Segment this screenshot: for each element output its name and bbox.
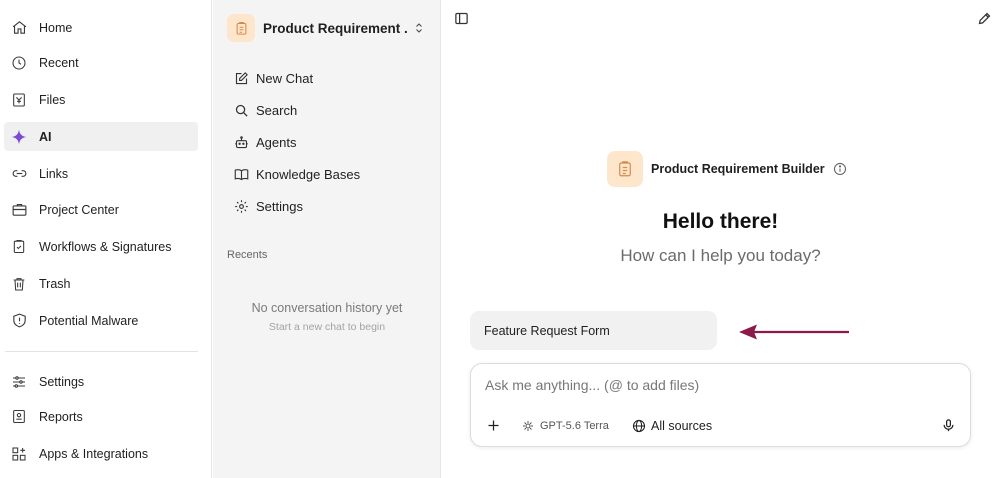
model-label: GPT-5.6 Terra (540, 420, 609, 432)
shield-alert-icon (9, 311, 29, 331)
new-chat-button[interactable]: New Chat (233, 66, 313, 90)
trash-icon (9, 274, 29, 294)
agents-button[interactable]: Agents (233, 130, 296, 154)
sidebar-item-trash[interactable]: Trash (4, 269, 198, 298)
clipboard-check-icon (9, 237, 29, 257)
pencil-icon[interactable] (977, 11, 993, 27)
plus-icon[interactable] (486, 418, 502, 434)
sidebar-item-ai[interactable]: AI (4, 122, 198, 151)
microphone-icon[interactable] (941, 418, 957, 434)
clipboard-icon (227, 14, 255, 42)
chat-composer: GPT-5.6 Terra All sources (470, 363, 971, 447)
new-chat-label: New Chat (256, 70, 314, 86)
sidebar-item-settings[interactable]: Settings (4, 367, 198, 396)
link-icon (9, 164, 29, 184)
agent-name: Product Requirement Builder (651, 162, 825, 176)
recents-heading: Recents (227, 249, 268, 261)
openai-icon (522, 420, 534, 432)
sources-label: All sources (651, 419, 713, 433)
sidebar-item-label: Recent (39, 55, 79, 70)
greeting-title: Hello there! (662, 210, 779, 233)
chat-settings-button[interactable]: Settings (233, 194, 303, 218)
files-icon (9, 90, 29, 110)
sidebar-divider (5, 351, 198, 352)
sidebar-toggle-icon[interactable] (454, 11, 470, 27)
book-icon (233, 166, 249, 182)
sidebar-item-label: Settings (39, 374, 85, 389)
sparkle-icon (9, 127, 29, 147)
empty-history-title: No conversation history yet (251, 301, 403, 315)
knowledge-bases-label: Knowledge Bases (256, 166, 361, 182)
sidebar-item-label: Files (39, 92, 66, 107)
search-icon (233, 102, 249, 118)
chat-settings-label: Settings (256, 198, 303, 214)
gear-icon (233, 198, 249, 214)
sidebar-item-reports[interactable]: Reports (4, 402, 198, 431)
main-sidebar: Home Recent Files AI Links Project Cente… (0, 0, 212, 478)
report-icon (9, 407, 29, 427)
chat-main: Product Requirement Builder Hello there!… (442, 0, 999, 478)
sidebar-item-label: AI (39, 129, 52, 144)
apps-icon (9, 444, 29, 464)
home-icon (9, 18, 29, 38)
chat-input[interactable] (485, 377, 955, 393)
new-chat-icon (233, 70, 249, 86)
clipboard-icon (607, 151, 643, 187)
globe-icon (632, 419, 646, 433)
greeting-subtitle: How can I help you today? (620, 246, 821, 265)
search-label: Search (256, 102, 298, 118)
annotation-arrow-icon (739, 324, 849, 340)
model-selector[interactable]: GPT-5.6 Terra (522, 418, 609, 434)
sidebar-item-apps-integrations[interactable]: Apps & Integrations (4, 439, 198, 468)
sidebar-item-files[interactable]: Files (4, 85, 198, 114)
sidebar-item-label: Home (39, 20, 73, 35)
sliders-icon (9, 372, 29, 392)
sidebar-item-links[interactable]: Links (4, 159, 198, 188)
sidebar-item-label: Links (39, 166, 69, 181)
sidebar-item-label: Reports (39, 409, 83, 424)
agent-header: Product Requirement Builder (607, 151, 847, 187)
sidebar-item-label: Workflows & Signatures (39, 239, 172, 254)
sidebar-item-label: Apps & Integrations (39, 446, 149, 461)
ai-chat-panel: Product Requirement ... New Chat Search … (213, 0, 441, 478)
sidebar-item-project-center[interactable]: Project Center (4, 195, 198, 224)
chevron-up-down-icon (413, 21, 425, 35)
agent-switcher-title: Product Requirement ... (263, 20, 408, 36)
sidebar-item-label: Trash (39, 276, 71, 291)
empty-history-subtitle: Start a new chat to begin (268, 321, 386, 333)
clock-icon (9, 53, 29, 73)
sidebar-item-workflows[interactable]: Workflows & Signatures (4, 232, 198, 261)
sidebar-item-label: Project Center (39, 202, 119, 217)
briefcase-icon (9, 200, 29, 220)
sidebar-item-label: Potential Malware (39, 313, 139, 328)
sidebar-item-home[interactable]: Home (4, 13, 198, 42)
sources-selector[interactable]: All sources (632, 418, 712, 434)
suggestion-chip[interactable]: Feature Request Form (470, 311, 717, 350)
search-button[interactable]: Search (233, 98, 297, 122)
robot-icon (233, 134, 249, 150)
info-icon[interactable] (833, 162, 847, 176)
agents-label: Agents (256, 134, 297, 150)
knowledge-bases-button[interactable]: Knowledge Bases (233, 162, 360, 186)
sidebar-item-recent[interactable]: Recent (4, 48, 198, 77)
agent-switcher[interactable]: Product Requirement ... (227, 13, 429, 43)
sidebar-item-potential-malware[interactable]: Potential Malware (4, 306, 198, 335)
